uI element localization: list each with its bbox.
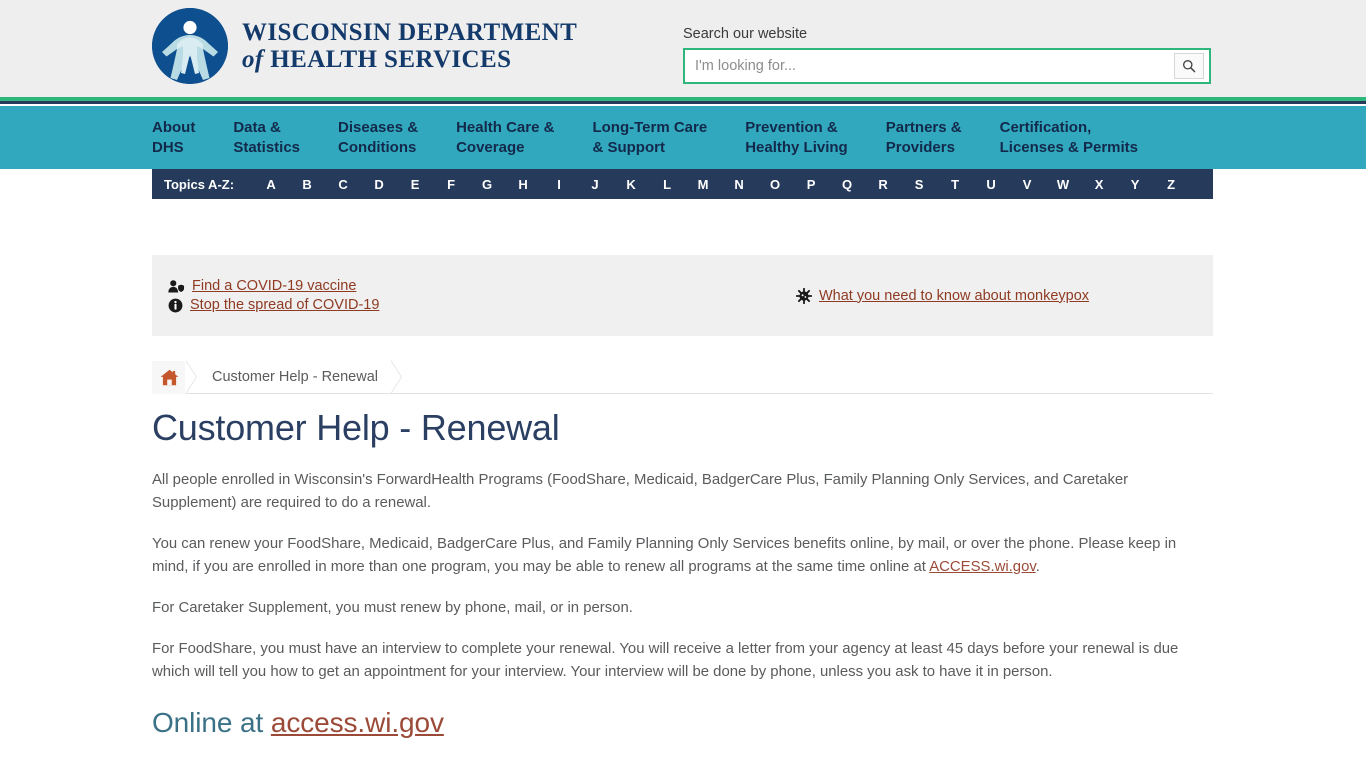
- topic-letter-m[interactable]: M: [685, 177, 721, 192]
- site-header: WISCONSIN DEPARTMENT of HEALTH SERVICES …: [0, 0, 1366, 97]
- topic-letter-s[interactable]: S: [901, 177, 937, 192]
- alert-item-stop-spread[interactable]: Stop the spread of COVID-19: [168, 297, 672, 313]
- site-logo-link[interactable]: WISCONSIN DEPARTMENT of HEALTH SERVICES: [152, 8, 577, 84]
- topic-letter-t[interactable]: T: [937, 177, 973, 192]
- topic-letter-f[interactable]: F: [433, 177, 469, 192]
- subheading-online-at-access: Online at access.wi.gov: [152, 707, 1213, 739]
- topic-letter-v[interactable]: V: [1009, 177, 1045, 192]
- nav-item-diseases-conditions[interactable]: Diseases & Conditions: [338, 118, 418, 158]
- topics-az-letters: A B C D E F G H I J K L M N O P Q R S T …: [253, 177, 1189, 192]
- nav-item-partners-providers[interactable]: Partners & Providers: [886, 118, 962, 158]
- breadcrumb-item-customer-help-renewal[interactable]: Customer Help - Renewal: [197, 369, 391, 385]
- breadcrumb-separator-inner-icon: [184, 360, 196, 394]
- paragraph-foodshare-interview: For FoodShare, you must have an intervie…: [152, 641, 1179, 680]
- page-title: Customer Help - Renewal: [152, 407, 560, 448]
- topics-az-label: Topics A-Z:: [164, 176, 235, 192]
- topic-letter-d[interactable]: D: [361, 177, 397, 192]
- alert-banner-left-column: Find a COVID-19 vaccine Stop the spread …: [152, 275, 672, 316]
- topic-letter-i[interactable]: I: [541, 177, 577, 192]
- main-navigation-items: About DHS Data & Statistics Diseases & C…: [152, 106, 1176, 169]
- dhs-logo-figure-icon: [152, 8, 228, 84]
- topics-az-row: Topics A-Z: A B C D E F G H I J K L M N …: [0, 169, 1366, 199]
- breadcrumb: Customer Help - Renewal: [152, 360, 1213, 394]
- topic-letter-h[interactable]: H: [505, 177, 541, 192]
- link-access-wi-gov-heading[interactable]: access.wi.gov: [271, 707, 444, 738]
- alert-link-stop-spread[interactable]: Stop the spread of COVID-19: [190, 297, 379, 313]
- brand-line-2: of HEALTH SERVICES: [242, 47, 577, 73]
- topic-letter-x[interactable]: X: [1081, 177, 1117, 192]
- alert-item-covid-vaccine[interactable]: Find a COVID-19 vaccine: [168, 278, 672, 294]
- search-box: [683, 48, 1211, 84]
- topic-letter-n[interactable]: N: [721, 177, 757, 192]
- nav-item-long-term-care-support[interactable]: Long-Term Care & Support: [592, 118, 707, 158]
- topic-letter-l[interactable]: L: [649, 177, 685, 192]
- paragraph-caretaker-supplement: For Caretaker Supplement, you must renew…: [152, 600, 633, 616]
- brand-line-2-text: HEALTH SERVICES: [270, 46, 512, 73]
- topic-letter-w[interactable]: W: [1045, 177, 1081, 192]
- search-submit-button[interactable]: [1174, 53, 1204, 79]
- topic-letter-u[interactable]: U: [973, 177, 1009, 192]
- nav-item-about-dhs[interactable]: About DHS: [152, 118, 195, 158]
- topic-letter-j[interactable]: J: [577, 177, 613, 192]
- link-access-wi-gov[interactable]: ACCESS.wi.gov: [929, 559, 1035, 575]
- nav-item-health-care-coverage[interactable]: Health Care & Coverage: [456, 118, 554, 158]
- topic-letter-e[interactable]: E: [397, 177, 433, 192]
- home-icon: [160, 369, 178, 385]
- site-search: Search our website: [683, 26, 1211, 84]
- topic-letter-k[interactable]: K: [613, 177, 649, 192]
- subheading-prefix: Online at: [152, 707, 271, 738]
- person-shield-icon: [168, 279, 185, 294]
- alert-link-monkeypox[interactable]: What you need to know about monkeypox: [819, 288, 1089, 304]
- topic-letter-p[interactable]: P: [793, 177, 829, 192]
- topic-letter-q[interactable]: Q: [829, 177, 865, 192]
- topic-letter-y[interactable]: Y: [1117, 177, 1153, 192]
- topics-az-bar: Topics A-Z: A B C D E F G H I J K L M N …: [152, 169, 1213, 199]
- nav-item-prevention-healthy-living[interactable]: Prevention & Healthy Living: [745, 118, 848, 158]
- brand-wordmark: WISCONSIN DEPARTMENT of HEALTH SERVICES: [242, 18, 578, 73]
- virus-icon: [795, 287, 812, 304]
- search-input[interactable]: [685, 50, 1174, 82]
- alert-banner: Find a COVID-19 vaccine Stop the spread …: [152, 255, 1213, 336]
- paragraph-enrollment-requirement: All people enrolled in Wisconsin's Forwa…: [152, 472, 1129, 511]
- brand-line-1: WISCONSIN DEPARTMENT: [242, 18, 578, 46]
- breadcrumb-separator-inner-icon-2: [389, 360, 401, 394]
- topic-letter-b[interactable]: B: [289, 177, 325, 192]
- topic-letter-r[interactable]: R: [865, 177, 901, 192]
- brand-of-word: of: [242, 46, 264, 73]
- topic-letter-o[interactable]: O: [757, 177, 793, 192]
- alert-item-monkeypox[interactable]: What you need to know about monkeypox: [795, 287, 1089, 304]
- main-navigation: About DHS Data & Statistics Diseases & C…: [0, 106, 1366, 169]
- info-circle-icon: [168, 298, 183, 313]
- alerts-spacer: [0, 199, 1366, 255]
- dhs-logo-icon: [152, 8, 228, 84]
- topic-letter-g[interactable]: G: [469, 177, 505, 192]
- paragraph-renewal-methods: You can renew your FoodShare, Medicaid, …: [152, 533, 1213, 579]
- topic-letter-c[interactable]: C: [325, 177, 361, 192]
- breadcrumb-home-link[interactable]: [152, 360, 186, 394]
- topic-letter-a[interactable]: A: [253, 177, 289, 192]
- main-content: Customer Help - Renewal All people enrol…: [152, 394, 1213, 739]
- nav-item-data-statistics[interactable]: Data & Statistics: [233, 118, 300, 158]
- alert-banner-right-column: What you need to know about monkeypox: [672, 285, 1213, 307]
- nav-item-certification-licenses-permits[interactable]: Certification, Licenses & Permits: [1000, 118, 1138, 158]
- alert-link-covid-vaccine[interactable]: Find a COVID-19 vaccine: [192, 278, 356, 294]
- search-icon: [1183, 60, 1196, 73]
- paragraph-renewal-methods-text-after: .: [1035, 559, 1040, 575]
- topic-letter-z[interactable]: Z: [1153, 177, 1189, 192]
- search-label: Search our website: [683, 26, 808, 42]
